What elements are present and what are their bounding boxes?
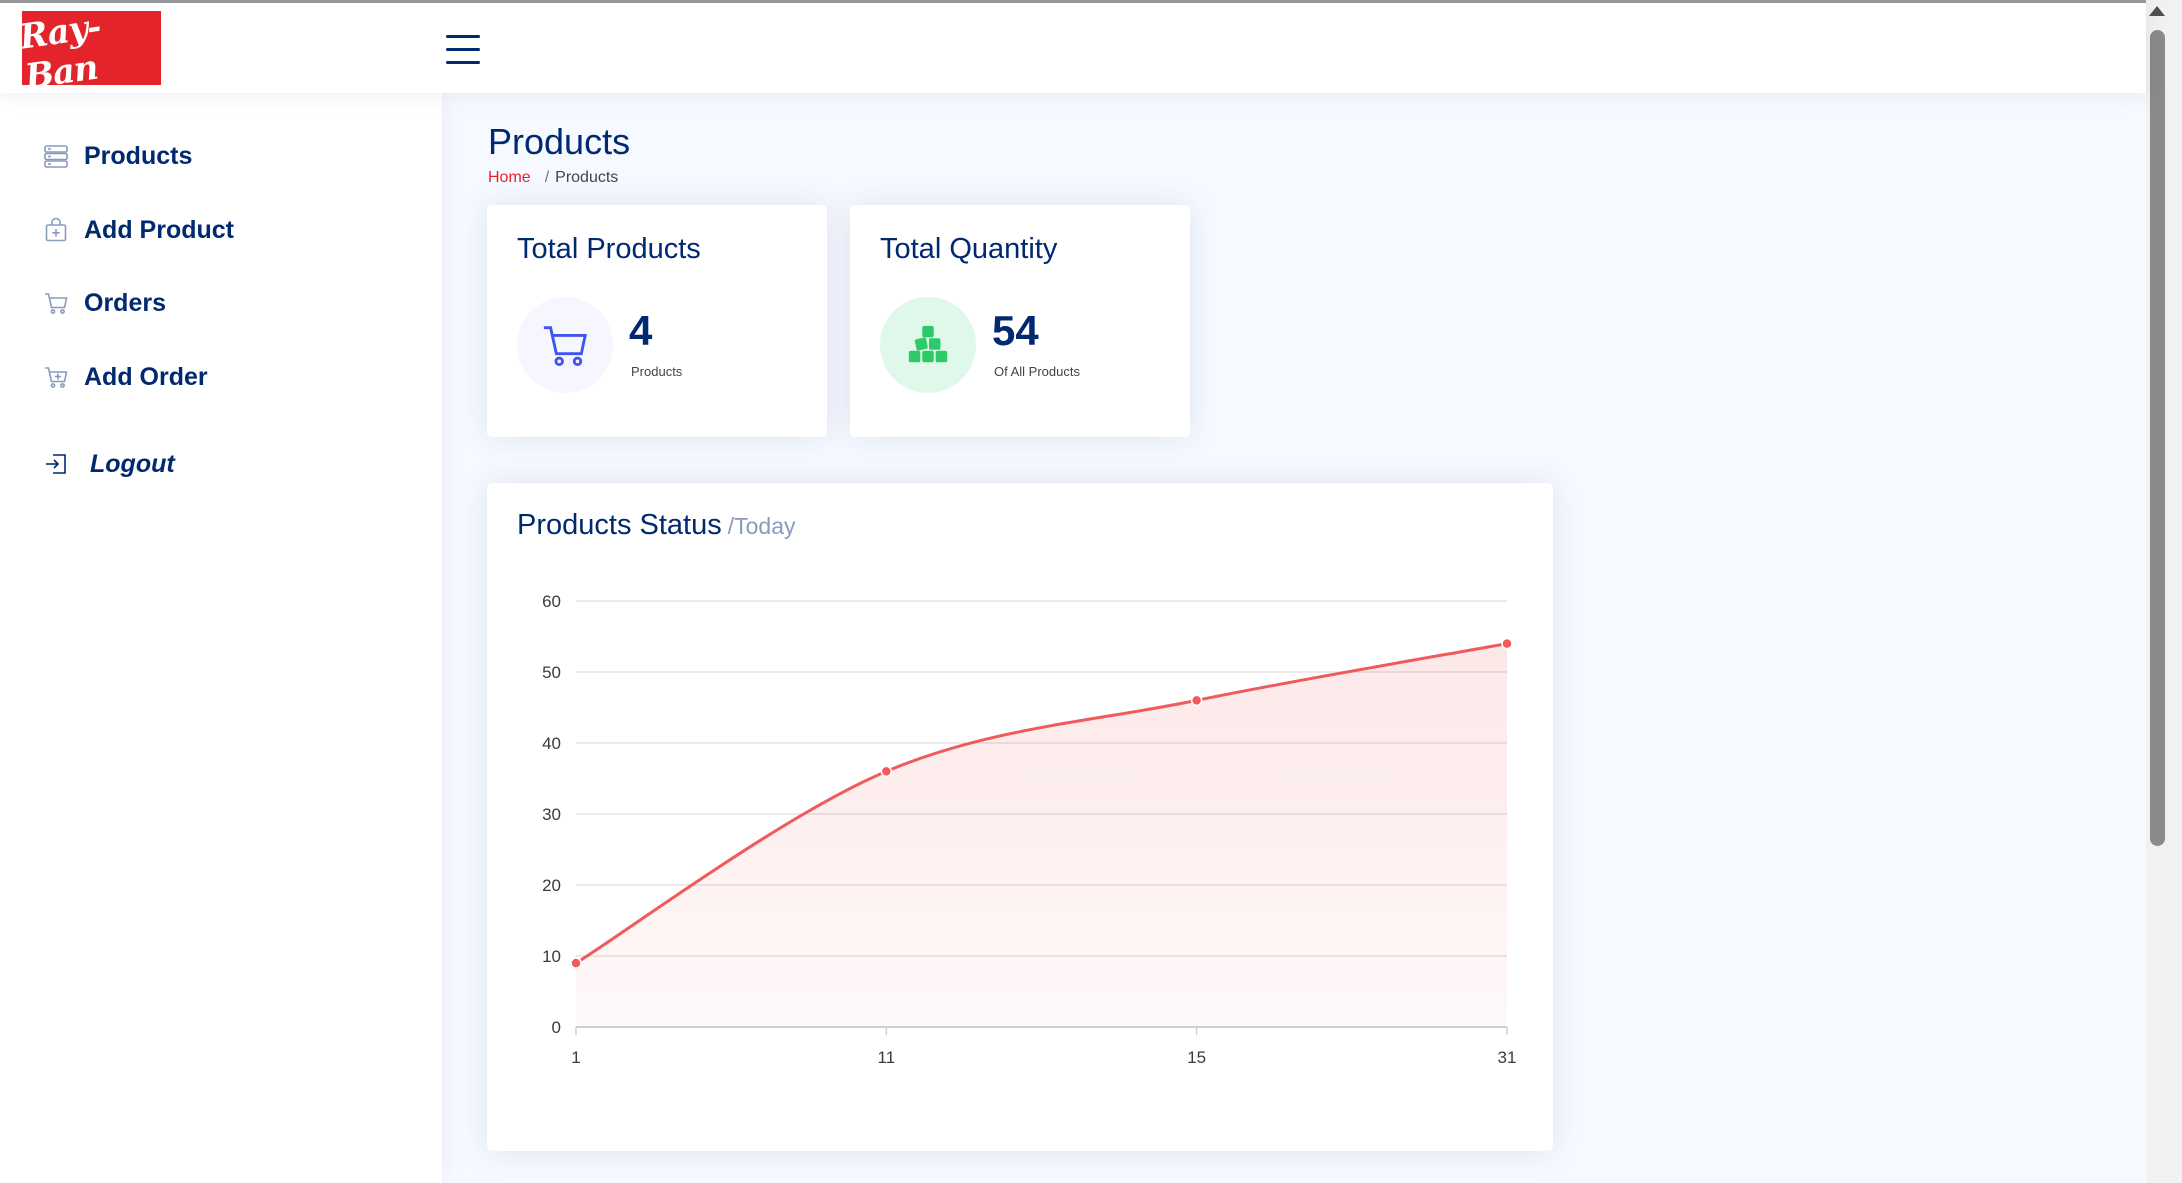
y-tick-label: 0	[552, 1018, 561, 1037]
sidebar-item-label: Orders	[84, 288, 166, 317]
y-tick-label: 40	[542, 734, 561, 753]
sidebar-item-logout[interactable]: Logout	[42, 444, 175, 484]
cart-icon	[42, 289, 70, 317]
sidebar-item-label: Add Product	[84, 215, 234, 244]
data-point	[1501, 637, 1513, 650]
x-tick-label: 1	[571, 1048, 580, 1067]
y-tick-label: 30	[542, 805, 561, 824]
page-title: Products	[488, 121, 631, 162]
series-area	[576, 643, 1507, 1027]
chart-subtitle: /Today	[727, 513, 796, 539]
cart-icon	[517, 297, 613, 393]
x-tick-label: 31	[1498, 1048, 1517, 1067]
total-products-card: Total Products 4 Products	[487, 205, 827, 437]
card-title: Total Quantity	[880, 233, 1058, 265]
y-tick-label: 60	[542, 592, 561, 611]
logout-icon	[42, 450, 70, 478]
breadcrumb-current: Products	[555, 169, 619, 186]
products-list-icon	[42, 142, 70, 170]
add-cart-icon	[42, 363, 70, 391]
scrollbar-thumb[interactable]	[2150, 30, 2165, 846]
top-header: Ray-Ban	[0, 3, 2146, 97]
data-point	[880, 765, 893, 778]
chart-title: Products Status/Today	[517, 509, 795, 542]
total-products-label: Products	[631, 364, 683, 379]
card-title: Total Products	[517, 233, 701, 265]
sidebar-item-add-product[interactable]: Add Product	[42, 210, 234, 250]
x-tick-label: 11	[878, 1048, 896, 1067]
logo-text: Ray-Ban	[17, 6, 103, 98]
data-point	[570, 957, 582, 969]
y-tick-label: 20	[542, 876, 561, 895]
y-tick-label: 10	[542, 947, 561, 966]
products-status-card: Products Status/Today 0 10 20 30 40 50 60 1 11 15…	[487, 483, 1553, 1151]
sidebar: Products Add Product Orders Add Order Lo…	[0, 93, 442, 1183]
sidebar-item-label: Products	[84, 141, 193, 170]
sidebar-item-orders[interactable]: Orders	[42, 283, 166, 323]
boxes-icon	[880, 297, 976, 393]
total-quantity-label: Of All Products	[994, 364, 1080, 379]
total-quantity-value: 54	[992, 307, 1039, 354]
hamburger-icon[interactable]	[446, 33, 486, 67]
breadcrumb: Home / Products	[488, 169, 618, 187]
sidebar-item-label: Add Order	[84, 362, 208, 391]
y-tick-label: 50	[542, 663, 561, 682]
add-bag-icon	[42, 216, 70, 244]
chart-title-text: Products Status	[517, 509, 722, 541]
data-point	[1190, 694, 1203, 707]
x-tick-label: 15	[1187, 1048, 1206, 1067]
total-quantity-card: Total Quantity 54 Of All Products	[850, 205, 1190, 437]
sidebar-item-label: Logout	[90, 449, 175, 478]
sidebar-item-add-order[interactable]: Add Order	[42, 357, 208, 397]
total-products-value: 4	[629, 307, 653, 354]
brand-logo[interactable]: Ray-Ban	[17, 7, 161, 97]
products-status-chart: 01020304050601 11 15 31	[542, 592, 1517, 1067]
scroll-up-arrow-icon[interactable]	[2149, 6, 2165, 16]
sidebar-item-products[interactable]: Products	[42, 136, 192, 176]
breadcrumb-home-link[interactable]: Home	[488, 169, 531, 186]
breadcrumb-separator: /	[544, 169, 550, 186]
